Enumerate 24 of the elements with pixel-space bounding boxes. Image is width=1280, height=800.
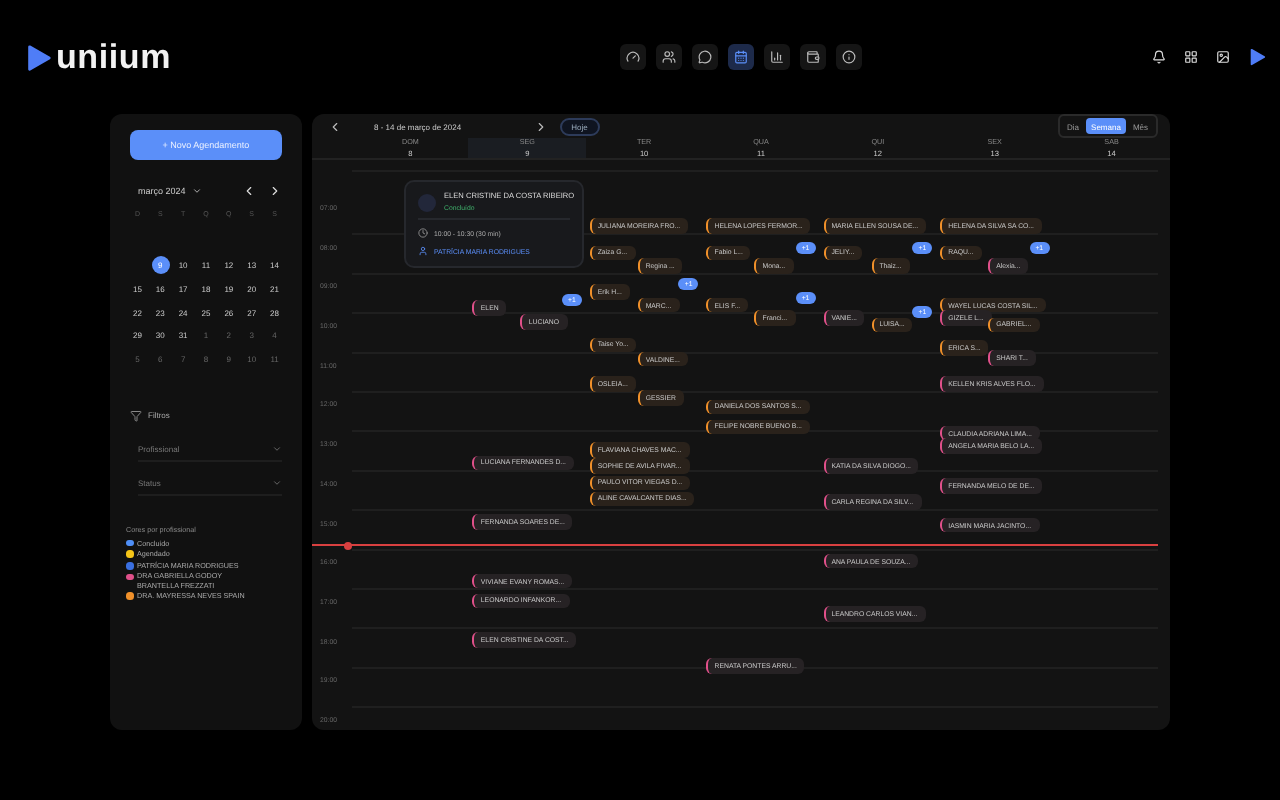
- play-logo-icon: [24, 43, 52, 71]
- image-icon[interactable]: [1215, 50, 1230, 64]
- person-icon: [418, 246, 428, 256]
- calendar-nav-icon[interactable]: [728, 44, 755, 70]
- chart-nav-icon[interactable]: [764, 44, 791, 70]
- wallet-nav-icon[interactable]: [800, 44, 827, 70]
- filter-icon: [130, 409, 142, 421]
- chevron-right-icon[interactable]: [268, 184, 282, 198]
- chevron-left-icon[interactable]: [242, 184, 256, 198]
- avatar-icon: [418, 193, 436, 211]
- grid-icon[interactable]: [1183, 50, 1198, 64]
- info-nav-icon[interactable]: [836, 44, 863, 70]
- brand-name: uniium: [56, 37, 172, 77]
- chevron-down-icon: [191, 186, 202, 196]
- users-nav-icon[interactable]: [656, 44, 683, 70]
- previous-week-button[interactable]: [328, 119, 342, 133]
- bell-icon[interactable]: [1151, 50, 1166, 64]
- gauge-nav-icon[interactable]: [620, 44, 647, 70]
- clock-icon: [418, 228, 428, 238]
- play-logo-icon: [1247, 48, 1266, 66]
- next-week-button[interactable]: [533, 119, 548, 133]
- chevron-down-icon: [272, 477, 282, 487]
- chevron-down-icon: [272, 443, 282, 453]
- chat-nav-icon[interactable]: [692, 44, 719, 70]
